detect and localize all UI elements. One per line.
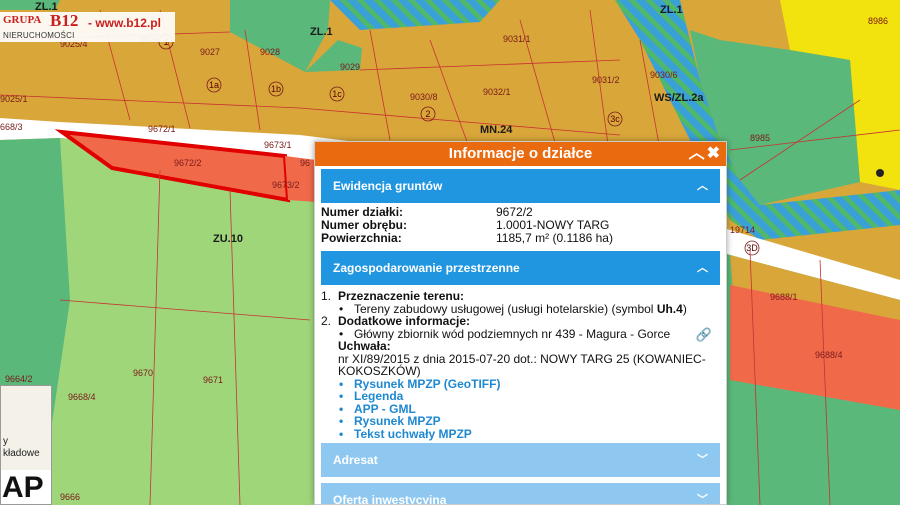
svg-text:9671: 9671 <box>203 375 223 385</box>
dodatkowe-title: Dodatkowe informacje: <box>338 314 471 328</box>
section-adresat-header[interactable]: Adresat ﹀ <box>321 443 720 477</box>
section-ewidencja-header[interactable]: Ewidencja gruntów ︿ <box>321 169 720 203</box>
svg-text:9666: 9666 <box>60 492 80 502</box>
chevron-up-icon: ︿ <box>697 262 708 274</box>
przeznaczenie-item: Tereny zabudowy usługowej (usługi hotela… <box>321 301 720 316</box>
svg-text:2: 2 <box>425 109 430 119</box>
svg-text:9688/4: 9688/4 <box>815 350 843 360</box>
przeznaczenie-symbol: Uh.4 <box>656 301 683 316</box>
minimap[interactable]: y kładowe AP <box>0 385 52 505</box>
chevron-up-icon: ︿ <box>697 180 708 192</box>
svg-text:ZU.10: ZU.10 <box>213 233 243 245</box>
logo-url-text: - www.b12.pl <box>88 16 161 30</box>
section-oferta-label: Oferta inwestycyjna <box>333 493 447 505</box>
close-icon[interactable]: ✖ <box>707 142 720 166</box>
svg-text:9025/1: 9025/1 <box>0 94 28 104</box>
link-icon[interactable]: 🔗 <box>696 328 712 342</box>
svg-text:9027: 9027 <box>200 47 220 57</box>
section-ewidencja-label: Ewidencja gruntów <box>333 179 443 193</box>
brand-logo[interactable]: GRUPA B12 - www.b12.pl NIERUCHOMOŚCI <box>0 11 175 42</box>
svg-text:9030/8: 9030/8 <box>410 92 438 102</box>
svg-text:9670: 9670 <box>133 368 153 378</box>
svg-text:96: 96 <box>300 158 310 168</box>
svg-text:9673/2: 9673/2 <box>272 180 300 190</box>
minimap-label-2: kładowe <box>3 448 40 459</box>
panel-title: Informacje o działce <box>448 145 593 162</box>
logo-subtitle: NIERUCHOMOŚCI <box>3 31 75 40</box>
svg-text:668/3: 668/3 <box>0 122 23 132</box>
przeznaczenie-text: Tereny zabudowy usługowej (usługi hotela… <box>354 301 657 316</box>
logo-grupa-text: GRUPA <box>3 14 42 26</box>
uchwala-text: nr XI/89/2015 z dnia 2015-07-20 dot.: NO… <box>338 351 706 378</box>
svg-text:MN.24: MN.24 <box>480 124 513 136</box>
section-oferta-header[interactable]: Oferta inwestycyjna ﹀ <box>321 483 720 505</box>
chevron-down-icon: ﹀ <box>697 494 708 505</box>
svg-text:WS/ZL.2a: WS/ZL.2a <box>654 92 704 104</box>
svg-text:9688/1: 9688/1 <box>770 292 798 302</box>
link-rysunek-mpzp[interactable]: Rysunek MPZP <box>321 415 720 428</box>
svg-text:9668/4: 9668/4 <box>68 392 96 402</box>
svg-text:9672/2: 9672/2 <box>174 158 202 168</box>
minimap-label-1: y <box>3 436 8 447</box>
item-number: 1. <box>321 289 332 303</box>
svg-text:19714: 19714 <box>730 225 755 235</box>
chevron-down-icon: ﹀ <box>697 454 708 466</box>
svg-text:9029: 9029 <box>340 62 360 72</box>
link-tekst-uchwaly[interactable]: Tekst uchwały MPZP <box>321 427 720 441</box>
przeznaczenie-close: ) <box>682 301 687 316</box>
section-zagospodarowanie-header[interactable]: Zagospodarowanie przestrzenne ︿ <box>321 251 720 285</box>
parcel-info-panel: Informacje o działce ︿ ✖ Ewidencja grunt… <box>314 141 727 505</box>
svg-text:1c: 1c <box>332 89 342 99</box>
svg-text:ZL.1: ZL.1 <box>310 26 333 38</box>
ewidencja-content: Numer działki: 9672/2 Numer obrębu: 1.00… <box>315 203 726 251</box>
svg-text:3D: 3D <box>746 243 758 253</box>
svg-text:8986: 8986 <box>868 16 888 26</box>
uchwala-label: Uchwała: <box>338 339 391 353</box>
svg-text:1b: 1b <box>271 84 281 94</box>
section-adresat-label: Adresat <box>333 453 378 467</box>
svg-text:9673/1: 9673/1 <box>264 140 292 150</box>
svg-text:9031/1: 9031/1 <box>503 34 531 44</box>
kv-row: Powierzchnia: 1185,7 m² (0.1186 ha) <box>315 232 726 245</box>
minimap-logo: AP <box>1 470 51 504</box>
item-number: 2. <box>321 314 332 328</box>
collapse-icon[interactable]: ︿ <box>689 142 705 166</box>
svg-text:1a: 1a <box>209 80 219 90</box>
logo-b12-text: B12 <box>50 11 79 30</box>
svg-text:9672/1: 9672/1 <box>148 124 176 134</box>
svg-text:ZL.1: ZL.1 <box>660 4 683 16</box>
panel-controls: ︿ ✖ <box>689 142 720 166</box>
svg-text:3c: 3c <box>610 114 620 124</box>
panel-header: Informacje o działce ︿ ✖ <box>315 142 726 166</box>
link-legenda[interactable]: Legenda <box>321 390 720 403</box>
svg-text:9028: 9028 <box>260 47 280 57</box>
zagospodarowanie-content: 1.Przeznaczenie terenu: Tereny zabudowy … <box>315 285 726 440</box>
section-zagospodarowanie-label: Zagospodarowanie przestrzenne <box>333 261 520 275</box>
powierzchnia-label: Powierzchnia: <box>321 231 402 245</box>
svg-text:9030/6: 9030/6 <box>650 70 678 80</box>
svg-text:9031/2: 9031/2 <box>592 75 620 85</box>
dodatkowe-item: Główny zbiornik wód podziemnych nr 439 -… <box>321 327 720 341</box>
svg-text:8985: 8985 <box>750 133 770 143</box>
powierzchnia-value: 1185,7 m² (0.1186 ha) <box>496 231 613 245</box>
svg-text:9032/1: 9032/1 <box>483 87 511 97</box>
svg-text:9664/2: 9664/2 <box>5 374 33 384</box>
